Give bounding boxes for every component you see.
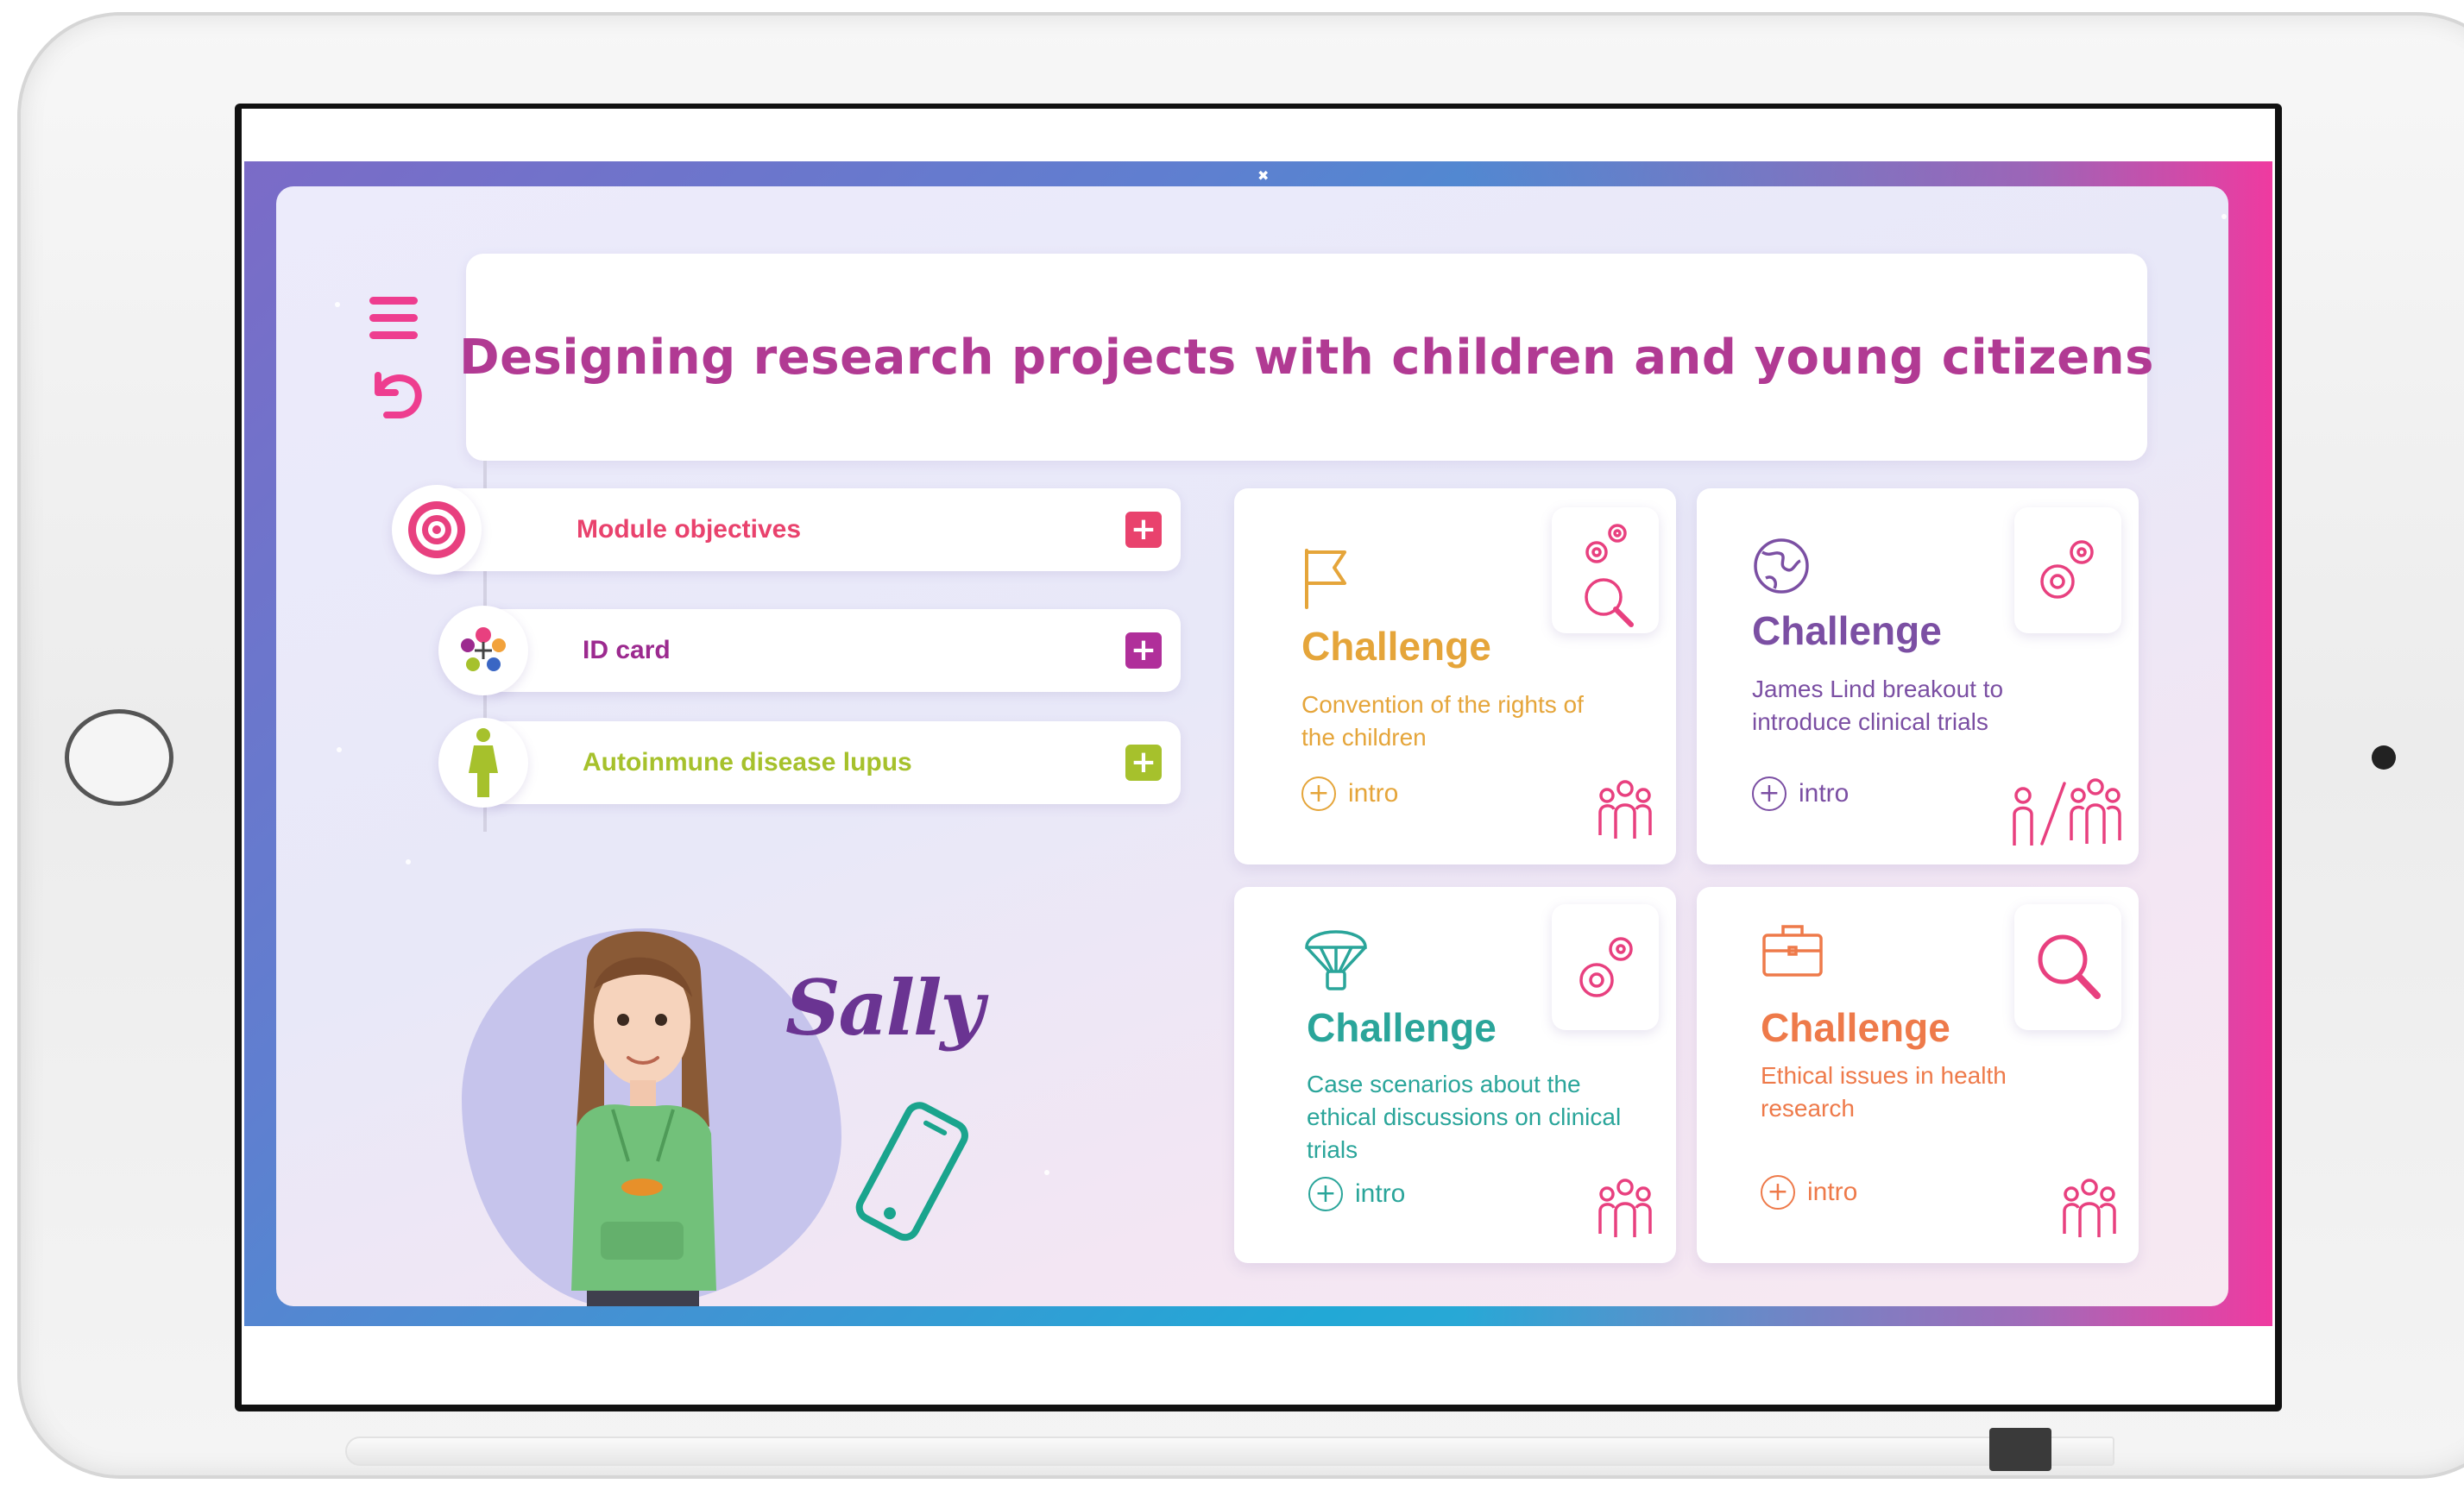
page-title: Designing research projects with childre… (459, 329, 2154, 386)
intro-link[interactable]: + intro (1301, 776, 1398, 811)
sally-character-illustration (571, 931, 716, 1306)
person-group-icon (2013, 778, 2121, 846)
usb-plug (1989, 1428, 2051, 1471)
lupus-row[interactable]: Autoinmune disease lupus + (483, 721, 1181, 804)
module-objectives-row[interactable]: Module objectives + (438, 488, 1181, 571)
sparkle (1044, 1170, 1049, 1175)
top-handle-icon: ✖ (1257, 167, 1270, 184)
intro-link[interactable]: + intro (1752, 776, 1849, 811)
puzzle-people-icon (438, 606, 528, 695)
intro-label: intro (1348, 779, 1399, 808)
front-camera (2372, 745, 2396, 770)
plus-circle-icon: + (1301, 776, 1336, 811)
briefcase-icon (1762, 925, 1823, 977)
title-card: Designing research projects with childre… (459, 254, 2153, 461)
home-button[interactable] (65, 709, 173, 806)
plus-circle-icon: + (1308, 1177, 1343, 1211)
card-description: James Lind breakout to introduce clinica… (1752, 676, 2004, 735)
id-card-expand-button[interactable]: + (1125, 632, 1162, 669)
group-icon (2063, 1179, 2116, 1237)
flag-icon (1305, 549, 1346, 609)
hamburger-menu-icon[interactable] (369, 297, 418, 340)
parachute-icon (1305, 930, 1367, 990)
card-title: Challenge (1307, 1005, 1497, 1050)
stylus-pen (345, 1437, 2114, 1466)
gears-icon (2014, 507, 2121, 633)
card-title: Challenge (1752, 608, 1942, 653)
card-description: Case scenarios about the ethical discuss… (1307, 1071, 1622, 1163)
gears-search-icon (1552, 507, 1659, 633)
intro-link[interactable]: + intro (1308, 1177, 1405, 1211)
group-icon (1598, 780, 1652, 839)
sparkle (335, 302, 340, 307)
app-canvas: Designing research projects with childre… (276, 186, 2228, 1306)
character-name: Sally (785, 963, 985, 1053)
group-icon (1598, 1179, 1652, 1237)
sparkle (337, 747, 342, 752)
card-description: Convention of the rights of the children (1301, 691, 1584, 751)
card-title: Challenge (1761, 1005, 1950, 1050)
sparkle (2221, 214, 2227, 219)
plus-circle-icon: + (1752, 776, 1787, 811)
module-objectives-expand-button[interactable]: + (1125, 512, 1162, 548)
undo-back-icon[interactable] (366, 363, 426, 424)
id-card-row[interactable]: ID card + (483, 609, 1181, 692)
intro-label: intro (1807, 1178, 1858, 1206)
search-icon (2014, 904, 2121, 1030)
target-icon (392, 485, 482, 575)
gears-icon (1552, 904, 1659, 1030)
intro-link[interactable]: + intro (1761, 1175, 1857, 1210)
lupus-label: Autoinmune disease lupus (583, 748, 912, 776)
person-icon (438, 718, 528, 808)
intro-label: intro (1355, 1179, 1406, 1208)
intro-label: intro (1799, 779, 1850, 808)
plus-circle-icon: + (1761, 1175, 1795, 1210)
globe-icon (1754, 538, 1809, 594)
lupus-expand-button[interactable]: + (1125, 745, 1162, 781)
card-title: Challenge (1301, 624, 1491, 669)
module-objectives-label: Module objectives (577, 515, 802, 544)
sparkle (406, 859, 411, 864)
id-card-label: ID card (583, 636, 671, 664)
card-description: Ethical issues in health research (1761, 1062, 2007, 1122)
smartphone-icon (855, 1102, 968, 1242)
